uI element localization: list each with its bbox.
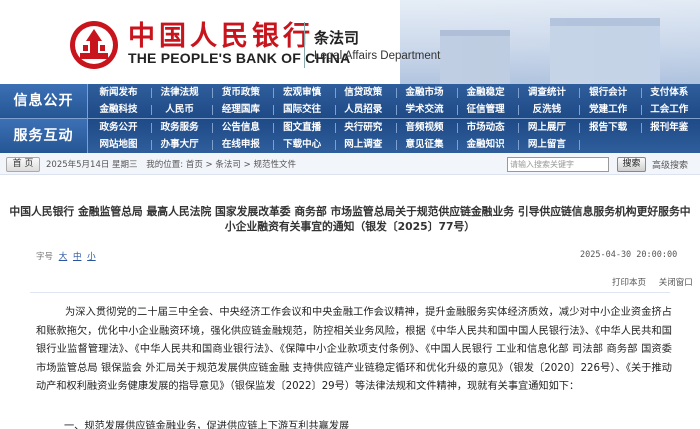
site-header: 中国人民银行 THE PEOPLE'S BANK OF CHINA 条法司 Le… [0, 0, 700, 84]
dept-name-cn: 条法司 [314, 29, 360, 47]
article-actions: 打印本页 关闭窗口 [602, 276, 693, 288]
nav-info-link[interactable]: 征信管理 [455, 101, 520, 118]
nav-info-link[interactable]: 法律法规 [149, 84, 214, 101]
nav-info-link[interactable]: 货币政策 [210, 84, 275, 101]
nav-service-link[interactable]: 央行研究 [333, 119, 397, 136]
nav-service-link[interactable]: 办事大厅 [149, 136, 214, 153]
nav-info-link[interactable]: 人民币 [149, 101, 214, 118]
breadcrumb-dept[interactable]: 条法司 [215, 160, 241, 170]
nav-info-link[interactable]: 党建工作 [578, 101, 642, 118]
nav-info-link[interactable]: 调查统计 [516, 84, 581, 101]
nav-info-link[interactable]: 人员招录 [333, 101, 397, 118]
article-body: 为深入贯彻党的二十届三中全会、中央经济工作会议和中央金融工作会议精神，提升金融服… [36, 307, 672, 393]
nav-info-link[interactable]: 经理国库 [210, 101, 275, 118]
nav-row-service: 服务互动 政务公开 政务服务 公告信息 图文直播 央行研究 音频视频 市场动态 网上展厅 报告下… [0, 119, 700, 153]
breadcrumb: 2025年5月14日 星期三 我的位置: 首页 > 条法司 > 规范性文件 [46, 158, 296, 170]
nav-links-service: 政务公开 政务服务 公告信息 图文直播 央行研究 音频视频 市场动态 网上展厅 报告下载 报刊年鉴… [88, 119, 700, 153]
breadcrumb-sep: > [202, 160, 216, 170]
nav-service-link[interactable]: 网上留言 [516, 136, 581, 153]
nav-service-link[interactable]: 网站地图 [88, 136, 152, 153]
nav-info-link[interactable]: 新闻发布 [88, 84, 152, 101]
nav-row-info: 信息公开 新闻发布 法律法规 货币政策 宏观审慎 信贷政策 金融市场 金融稳定 调查统计 银行会… [0, 84, 700, 118]
nav-info-link[interactable]: 学术交流 [394, 101, 458, 118]
font-size-label: 字号 [36, 252, 54, 262]
font-size-small[interactable]: 小 [87, 252, 96, 262]
bank-name-cn: 中国人民银行 [128, 21, 314, 52]
article-divider [30, 292, 670, 293]
nav-links-info: 新闻发布 法律法规 货币政策 宏观审慎 信贷政策 金融市场 金融稳定 调查统计 银行会计 支付体系… [88, 84, 700, 118]
nav-info-link[interactable]: 银行会计 [578, 84, 642, 101]
nav-info-link[interactable]: 反洗钱 [516, 101, 581, 118]
main-nav: 信息公开 新闻发布 法律法规 货币政策 宏观审慎 信贷政策 金融市场 金融稳定 调查统计 银行会… [0, 84, 700, 153]
nav-service-link[interactable]: 市场动态 [455, 119, 520, 136]
nav-service-link[interactable]: 图文直播 [272, 119, 336, 136]
article-section-heading: 一、规范发展供应链金融业务，促进供应链上下游互利共赢发展 [64, 421, 350, 429]
print-page-link[interactable]: 打印本页 [612, 278, 646, 288]
nav-service-link[interactable]: 意见征集 [394, 136, 458, 153]
nav-service-link[interactable]: 网上展厅 [516, 119, 581, 136]
nav-info-link[interactable]: 金融科技 [88, 101, 152, 118]
breadcrumb-label: 我的位置: [146, 160, 184, 170]
font-size-medium[interactable]: 中 [73, 252, 82, 262]
nav-title-info[interactable]: 信息公开 [0, 84, 88, 118]
nav-service-link[interactable]: 网上调查 [333, 136, 397, 153]
nav-service-link[interactable]: 音频视频 [394, 119, 458, 136]
nav-service-link[interactable]: 公告信息 [210, 119, 275, 136]
nav-service-link[interactable]: 报告下载 [578, 119, 642, 136]
nav-info-link[interactable]: 金融市场 [394, 84, 458, 101]
nav-info-link[interactable]: 宏观审慎 [272, 84, 336, 101]
header-divider [304, 22, 305, 68]
nav-info-link[interactable]: 金融稳定 [455, 84, 520, 101]
nav-service-link[interactable]: 在线申报 [210, 136, 275, 153]
nav-info-link[interactable]: 支付体系 [639, 84, 700, 101]
breadcrumb-sep: > [240, 160, 254, 170]
home-button[interactable]: 首 页 [6, 157, 40, 172]
nav-service-link[interactable]: 政务服务 [149, 119, 214, 136]
nav-service-link[interactable]: 金融知识 [455, 136, 520, 153]
nav-title-service[interactable]: 服务互动 [0, 119, 88, 153]
dept-name-en: Legal Affairs Department [314, 50, 441, 62]
nav-service-link[interactable]: 政务公开 [88, 119, 152, 136]
search-input[interactable]: 请输入搜索关键字 [507, 157, 609, 172]
breadcrumb-category[interactable]: 规范性文件 [253, 160, 296, 170]
nav-service-link[interactable]: 下载中心 [272, 136, 336, 153]
article-title: 中国人民银行 金融监管总局 最高人民法院 国家发展改革委 商务部 市场监管总局关… [9, 205, 691, 233]
font-size-selector: 字号 大 中 小 [36, 250, 96, 262]
header-building-image [400, 0, 700, 84]
font-size-large[interactable]: 大 [59, 252, 68, 262]
nav-info-link[interactable]: 信贷政策 [333, 84, 397, 101]
close-window-link[interactable]: 关闭窗口 [659, 278, 693, 288]
breadcrumb-home[interactable]: 首页 [186, 160, 203, 170]
current-date: 2025年5月14日 星期三 [46, 160, 138, 170]
nav-info-link[interactable]: 国际交往 [272, 101, 336, 118]
search-button[interactable]: 搜索 [617, 157, 646, 172]
publish-date: 2025-04-30 20:00:00 [580, 250, 678, 260]
advanced-search-link[interactable]: 高级搜索 [652, 158, 688, 171]
breadcrumb-bar: 首 页 2025年5月14日 星期三 我的位置: 首页 > 条法司 > 规范性文… [0, 153, 700, 175]
pboc-logo-icon[interactable] [68, 19, 120, 71]
nav-info-link[interactable]: 工会工作 [639, 101, 700, 118]
nav-service-link[interactable]: 报刊年鉴 [639, 119, 700, 136]
